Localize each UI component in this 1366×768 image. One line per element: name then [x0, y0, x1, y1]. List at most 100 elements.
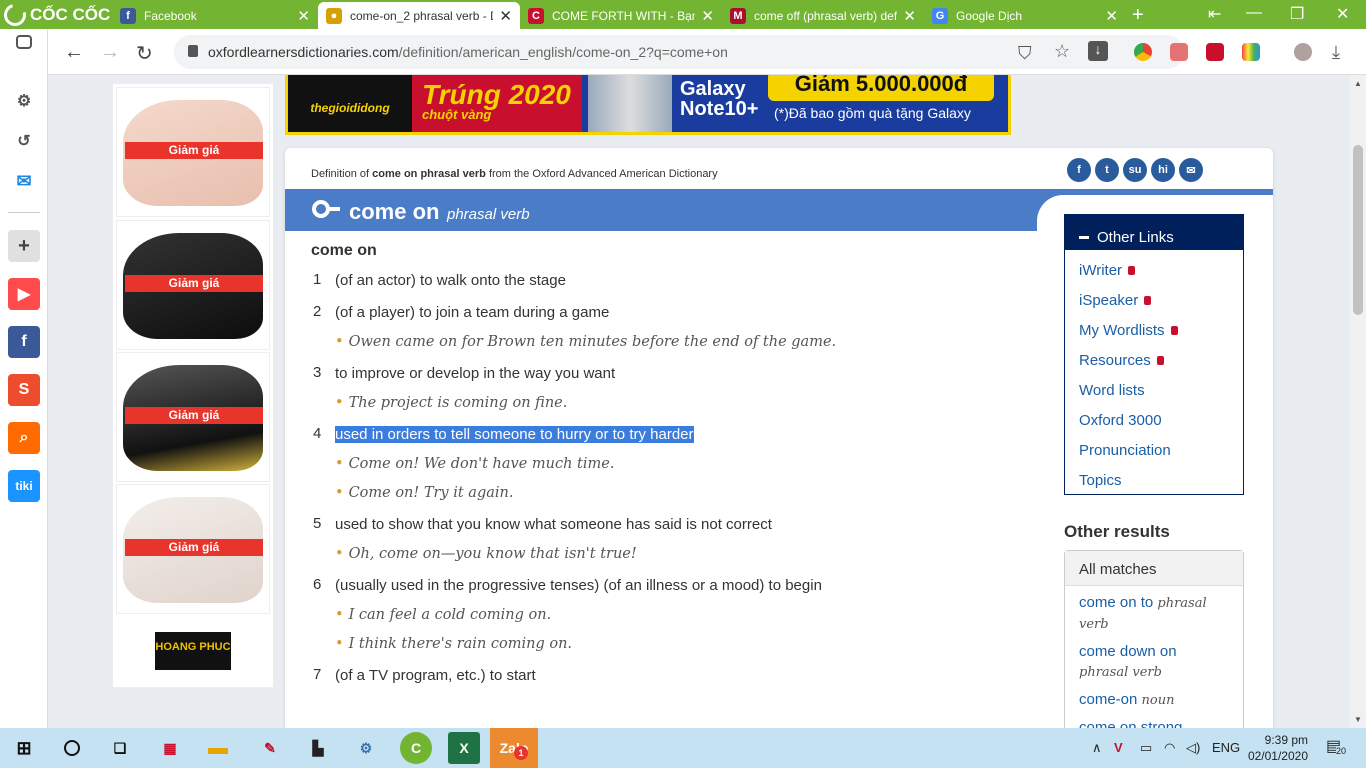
result-term: come on strong: [1079, 719, 1183, 728]
scroll-down-icon[interactable]: ▼: [1354, 715, 1362, 724]
downloads-icon[interactable]: ⤓: [1332, 42, 1340, 63]
sense-definition[interactable]: to improve or develop in the way you wan…: [335, 364, 1031, 384]
clock[interactable]: 9:39 pm 02/01/2020: [1242, 732, 1308, 764]
task-view-icon[interactable]: ❏: [104, 732, 136, 764]
messenger-icon[interactable]: ✉: [8, 165, 40, 197]
battery-icon[interactable]: ▭: [1140, 740, 1152, 756]
recorder-ext-icon[interactable]: [1206, 43, 1224, 61]
youtube-icon[interactable]: ▶: [8, 278, 40, 310]
close-tab-icon[interactable]: ✕: [1105, 7, 1118, 25]
close-tab-icon[interactable]: ✕: [701, 7, 714, 25]
minimize-icon[interactable]: —: [1246, 4, 1262, 22]
result-item[interactable]: come-on noun: [1065, 683, 1243, 711]
close-tab-icon[interactable]: ✕: [499, 7, 512, 25]
tab-oxford[interactable]: ● come-on_2 phrasal verb - D ✕: [318, 2, 520, 29]
settings-taskbar-icon[interactable]: ⚙: [350, 732, 382, 764]
profile-avatar[interactable]: [1294, 43, 1312, 61]
adblock-ext-icon[interactable]: [1170, 43, 1188, 61]
search-taskbar-icon[interactable]: [56, 732, 88, 764]
wifi-icon[interactable]: ◠: [1164, 740, 1175, 756]
shield-icon[interactable]: ⛉: [1018, 43, 1032, 64]
link-oxford-3000[interactable]: Oxford 3000: [1065, 405, 1243, 435]
sense-1: 1 (of an actor) to walk onto the stage: [311, 271, 1031, 291]
stumbleupon-share-icon[interactable]: su: [1123, 158, 1147, 182]
tab-cambridge[interactable]: C COME FORTH WITH - Bạn d ✕: [520, 2, 722, 29]
page-scrollbar[interactable]: ▲ ▼: [1350, 75, 1366, 728]
shopee-icon[interactable]: S: [8, 374, 40, 406]
link-iwriter[interactable]: iWriter: [1065, 255, 1243, 285]
facebook-share-icon[interactable]: f: [1067, 158, 1091, 182]
ad-product-shoes[interactable]: Giảm giá: [116, 220, 270, 350]
sidebar-toggle-icon[interactable]: [16, 35, 32, 49]
ad-product-boots[interactable]: Giảm giá: [116, 87, 270, 217]
result-item[interactable]: come on to phrasal verb: [1065, 586, 1243, 635]
tab-macmillan[interactable]: M come off (phrasal verb) defi ✕: [722, 2, 924, 29]
tab-search-icon[interactable]: ⇤: [1208, 4, 1221, 24]
sense-number: 3: [313, 364, 322, 381]
tray-chevron-icon[interactable]: ∧: [1092, 740, 1102, 756]
twitter-share-icon[interactable]: t: [1095, 158, 1119, 182]
volume-icon[interactable]: ◁): [1186, 740, 1200, 756]
tiki-icon[interactable]: tiki: [8, 470, 40, 502]
sense-definition[interactable]: (of an actor) to walk onto the stage: [335, 271, 1031, 291]
bookmark-star-icon[interactable]: ☆: [1054, 41, 1070, 62]
file-explorer-icon[interactable]: ▬: [202, 732, 234, 764]
download-page-icon[interactable]: ↓: [1088, 41, 1108, 61]
hi5-share-icon[interactable]: hi: [1151, 158, 1175, 182]
email-share-icon[interactable]: ✉: [1179, 158, 1203, 182]
coccoc-taskbar-icon[interactable]: C: [400, 732, 432, 764]
scroll-up-icon[interactable]: ▲: [1354, 79, 1362, 88]
search-shortcut-icon[interactable]: ⌕: [8, 422, 40, 454]
new-tab-icon[interactable]: +: [1132, 4, 1144, 27]
windows-start-icon[interactable]: ⊞: [8, 732, 40, 764]
result-item[interactable]: come down on phrasal verb: [1065, 635, 1243, 683]
colorful-ext-icon[interactable]: [1242, 43, 1260, 61]
zalo-taskbar-icon[interactable]: Zalo 1: [490, 728, 538, 768]
bullet-icon: •: [335, 546, 344, 562]
paint-icon[interactable]: ✎: [254, 732, 286, 764]
promo-banner[interactable]: thegioididong Trúng 2020 chuột vàng Gala…: [285, 75, 1011, 135]
url-text[interactable]: oxfordlearnersdictionaries.com/definitio…: [208, 44, 728, 60]
other-links-header[interactable]: Other Links: [1065, 215, 1243, 250]
selected-text[interactable]: used in orders to tell someone to hurry …: [335, 426, 694, 443]
coccoc-logo[interactable]: CỐC CỐC: [0, 0, 112, 30]
tab-facebook[interactable]: f Facebook ✕: [112, 2, 318, 29]
sense-definition[interactable]: (usually used in the progressive tenses)…: [335, 576, 1031, 596]
sticky-notes-icon[interactable]: ▙: [302, 732, 334, 764]
ad-product-sneakers[interactable]: Giảm giá: [116, 484, 270, 614]
sense-definition[interactable]: used to show that you know what someone …: [335, 515, 1031, 535]
add-shortcut-icon[interactable]: +: [8, 230, 40, 262]
close-window-icon[interactable]: ✕: [1336, 4, 1349, 24]
hoang-phuc-logo[interactable]: HOANG PHUC: [155, 632, 231, 670]
back-icon[interactable]: ←: [64, 41, 84, 64]
chrome-ext-icon[interactable]: [1134, 43, 1152, 61]
result-item[interactable]: come on strong: [1065, 711, 1243, 728]
address-bar[interactable]: oxfordlearnersdictionaries.com/definitio…: [174, 35, 1184, 69]
tab-google-translate[interactable]: G Google Dịch ✕: [924, 2, 1126, 29]
link-word-lists[interactable]: Word lists: [1065, 375, 1243, 405]
sense-definition[interactable]: (of a TV program, etc.) to start: [335, 666, 1031, 686]
unikey-icon[interactable]: V: [1114, 740, 1123, 755]
excel-icon[interactable]: X: [448, 732, 480, 764]
language-indicator[interactable]: ENG: [1212, 740, 1240, 755]
link-my-wordlists[interactable]: My Wordlists: [1065, 315, 1243, 345]
sense-definition[interactable]: (of a player) to join a team during a ga…: [335, 303, 1031, 323]
close-tab-icon[interactable]: ✕: [903, 7, 916, 25]
settings-icon[interactable]: ⚙: [8, 85, 40, 117]
link-topics[interactable]: Topics: [1065, 465, 1243, 495]
all-matches-tab[interactable]: All matches: [1065, 551, 1243, 586]
ad-product-sandals[interactable]: Giảm giá: [116, 352, 270, 482]
link-pronunciation[interactable]: Pronunciation: [1065, 435, 1243, 465]
close-tab-icon[interactable]: ✕: [297, 7, 310, 25]
reload-icon[interactable]: ↻: [136, 41, 153, 66]
history-icon[interactable]: ↺: [8, 125, 40, 157]
restore-icon[interactable]: ❐: [1290, 4, 1304, 24]
facebook-shortcut-icon[interactable]: f: [8, 326, 40, 358]
app-icon[interactable]: ▦: [154, 732, 186, 764]
link-resources[interactable]: Resources: [1065, 345, 1243, 375]
scroll-thumb[interactable]: [1353, 145, 1363, 315]
link-ispeaker[interactable]: iSpeaker: [1065, 285, 1243, 315]
forward-icon[interactable]: →: [100, 41, 120, 64]
sense-definition-selected[interactable]: used in orders to tell someone to hurry …: [335, 425, 1031, 445]
notification-icon[interactable]: ▤ 20: [1326, 736, 1347, 756]
